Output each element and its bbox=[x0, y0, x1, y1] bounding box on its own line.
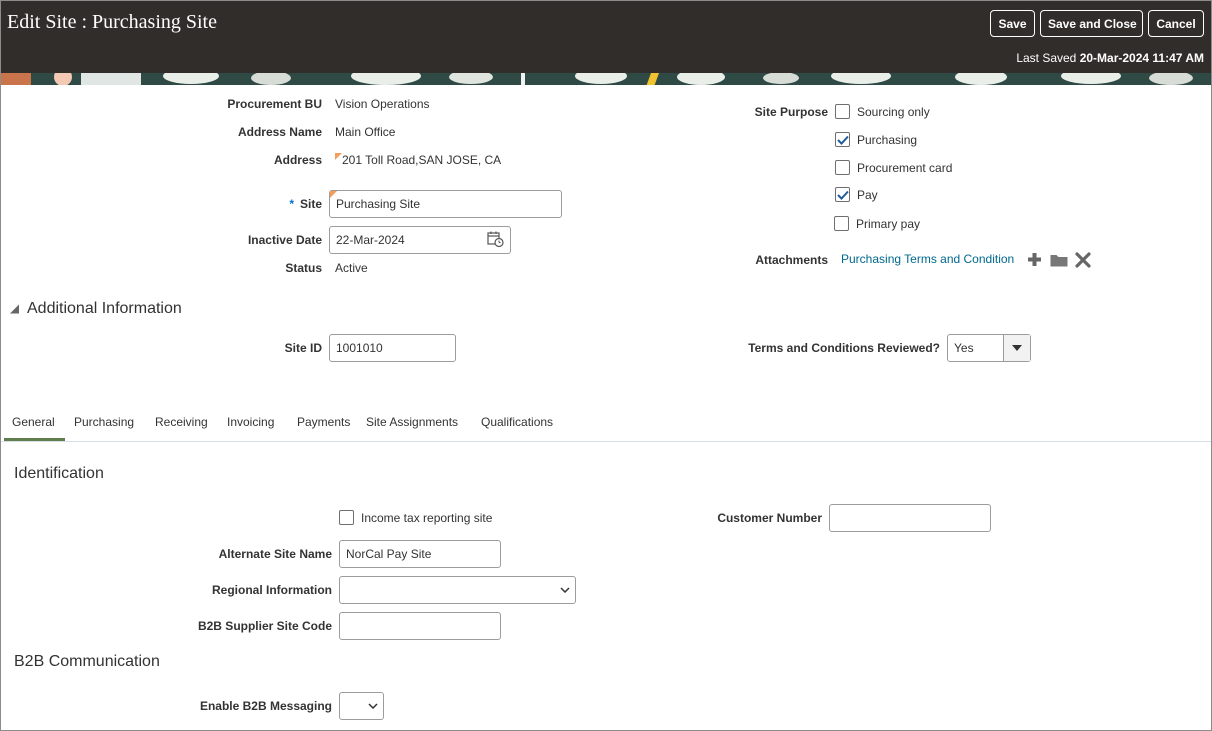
inactive-date-value: 22-Mar-2024 bbox=[336, 233, 405, 247]
pay-label: Pay bbox=[857, 188, 878, 202]
address-name-value: Main Office bbox=[335, 125, 396, 139]
income-tax-reporting-checkbox[interactable] bbox=[339, 510, 354, 525]
regional-information-select[interactable] bbox=[339, 576, 576, 604]
site-label: * Site bbox=[201, 197, 322, 211]
inactive-date-label: Inactive Date bbox=[247, 233, 322, 247]
save-button[interactable]: Save bbox=[990, 10, 1035, 37]
primary-pay-label: Primary pay bbox=[856, 217, 921, 231]
inactive-date-input[interactable]: 22-Mar-2024 bbox=[329, 226, 511, 254]
site-purpose-label: Site Purpose bbox=[754, 105, 828, 119]
procurement-bu-label: Procurement BU bbox=[227, 97, 322, 111]
folder-icon[interactable] bbox=[1050, 253, 1068, 270]
tab-divider bbox=[1, 441, 1211, 442]
last-saved-info: Last Saved 20-Mar-2024 11:47 AM bbox=[1016, 51, 1204, 65]
enable-b2b-messaging-select[interactable] bbox=[339, 692, 384, 720]
delete-icon[interactable] bbox=[1075, 252, 1091, 271]
regional-information-label: Regional Information bbox=[212, 583, 332, 597]
alternate-site-name-label: Alternate Site Name bbox=[218, 547, 332, 561]
change-indicator-icon bbox=[330, 191, 337, 198]
procurement-card-checkbox[interactable] bbox=[835, 160, 850, 175]
identification-header: Identification bbox=[14, 465, 104, 482]
status-label: Status bbox=[285, 261, 322, 275]
change-indicator-icon bbox=[335, 153, 342, 160]
site-id-label: Site ID bbox=[284, 341, 322, 355]
address-text: 201 Toll Road,SAN JOSE, CA bbox=[342, 153, 502, 167]
primary-pay-checkbox[interactable] bbox=[834, 216, 849, 231]
attachments-label: Attachments bbox=[755, 253, 828, 267]
chevron-down-icon bbox=[560, 587, 570, 593]
tab-receiving[interactable]: Receiving bbox=[155, 415, 208, 429]
calendar-icon[interactable] bbox=[487, 231, 504, 250]
site-id-input[interactable]: 1001010 bbox=[329, 334, 456, 362]
purchasing-checkbox[interactable] bbox=[835, 132, 850, 147]
site-label-text: Site bbox=[299, 197, 322, 211]
site-input-value: Purchasing Site bbox=[336, 197, 421, 211]
tab-payments[interactable]: Payments bbox=[297, 415, 350, 429]
terms-dropdown-button[interactable] bbox=[1003, 335, 1030, 361]
checkmark-icon bbox=[836, 190, 849, 200]
status-value: Active bbox=[335, 261, 368, 275]
sourcing-only-label: Sourcing only bbox=[857, 105, 930, 119]
alternate-site-name-value: NorCal Pay Site bbox=[346, 547, 432, 561]
b2b-supplier-site-code-label: B2B Supplier Site Code bbox=[197, 619, 332, 633]
site-input[interactable]: Purchasing Site bbox=[329, 190, 562, 218]
address-label: Address bbox=[273, 153, 322, 167]
terms-reviewed-value: Yes bbox=[954, 341, 974, 355]
b2b-communication-header: B2B Communication bbox=[14, 653, 160, 670]
pay-checkbox[interactable] bbox=[835, 187, 850, 202]
sourcing-only-checkbox[interactable] bbox=[835, 104, 850, 119]
checkmark-icon bbox=[836, 135, 849, 145]
income-tax-reporting-label: Income tax reporting site bbox=[361, 511, 493, 525]
procurement-card-label: Procurement card bbox=[857, 161, 953, 175]
tab-invoicing[interactable]: Invoicing bbox=[227, 415, 274, 429]
attachment-link[interactable]: Purchasing Terms and Condition bbox=[841, 252, 1014, 266]
purchasing-label: Purchasing bbox=[857, 133, 918, 147]
add-icon[interactable] bbox=[1027, 252, 1042, 270]
chevron-down-icon bbox=[368, 703, 378, 709]
save-and-close-button[interactable]: Save and Close bbox=[1040, 10, 1143, 37]
address-name-label: Address Name bbox=[237, 125, 322, 139]
collapse-triangle-icon[interactable] bbox=[9, 303, 20, 317]
last-saved-label: Last Saved bbox=[1016, 51, 1077, 65]
page-title: Edit Site : Purchasing Site bbox=[7, 11, 217, 33]
additional-information-header[interactable]: Additional Information bbox=[27, 300, 182, 318]
tab-site-assignments[interactable]: Site Assignments bbox=[366, 415, 458, 429]
tab-qualifications[interactable]: Qualifications bbox=[481, 415, 553, 429]
cancel-button[interactable]: Cancel bbox=[1148, 10, 1204, 37]
tab-purchasing[interactable]: Purchasing bbox=[74, 415, 134, 429]
chevron-down-icon bbox=[1012, 345, 1022, 351]
required-indicator: * bbox=[289, 197, 294, 211]
enable-b2b-messaging-label: Enable B2B Messaging bbox=[199, 699, 332, 713]
alternate-site-name-input[interactable]: NorCal Pay Site bbox=[339, 540, 501, 568]
address-value: 201 Toll Road,SAN JOSE, CA bbox=[335, 153, 501, 167]
tab-general[interactable]: General bbox=[12, 415, 55, 429]
customer-number-input[interactable] bbox=[829, 504, 991, 532]
decorative-banner bbox=[1, 73, 1211, 85]
terms-reviewed-label: Terms and Conditions Reviewed? bbox=[748, 341, 940, 355]
procurement-bu-value: Vision Operations bbox=[335, 97, 430, 111]
site-id-value: 1001010 bbox=[336, 341, 383, 355]
last-saved-value: 20-Mar-2024 11:47 AM bbox=[1079, 51, 1204, 65]
b2b-supplier-site-code-input[interactable] bbox=[339, 612, 501, 640]
customer-number-label: Customer Number bbox=[717, 511, 822, 525]
